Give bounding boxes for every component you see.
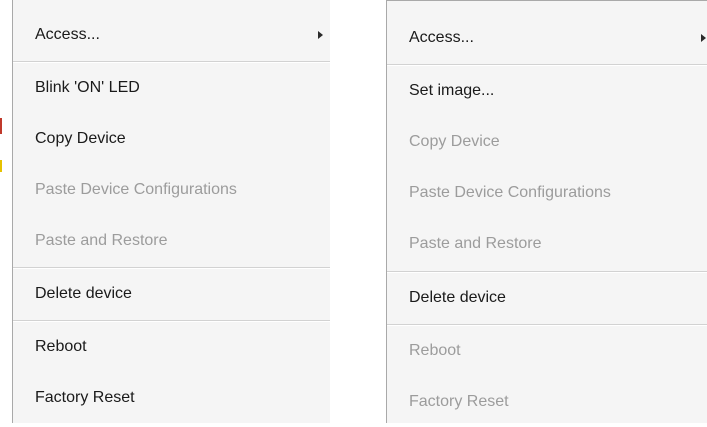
menu-item-label: Paste and Restore — [409, 235, 542, 252]
menu-item-label: Paste Device Configurations — [409, 184, 611, 201]
menu-item-label: Access... — [35, 26, 100, 43]
menu-item-blink-on-led[interactable]: Blink 'ON' LED — [13, 63, 330, 113]
menu-item-label: Reboot — [35, 338, 87, 355]
menu-item-label: Delete device — [409, 289, 506, 306]
menu-item-paste-device-configurations: Paste Device Configurations — [387, 168, 707, 218]
menu-item-paste-device-configurations: Paste Device Configurations — [13, 165, 330, 215]
menu-item-label: Access... — [409, 29, 474, 46]
menu-item-paste-and-restore: Paste and Restore — [13, 216, 330, 266]
menu-item-factory-reset: Factory Reset — [387, 377, 707, 427]
background-window-edge-red — [0, 118, 2, 134]
context-menu-right: Access... Set image... Copy Device Paste… — [386, 0, 707, 423]
menu-item-copy-device[interactable]: Copy Device — [13, 114, 330, 164]
menu-item-reboot[interactable]: Reboot — [13, 322, 330, 372]
background-window-edge-yellow — [0, 160, 2, 172]
submenu-arrow-icon — [318, 31, 323, 39]
menu-item-copy-device: Copy Device — [387, 117, 707, 167]
menu-item-factory-reset[interactable]: Factory Reset — [13, 373, 330, 423]
menu-item-access[interactable]: Access... — [13, 10, 330, 60]
menu-item-delete-device[interactable]: Delete device — [387, 273, 707, 323]
menu-item-label: Factory Reset — [35, 389, 135, 406]
menu-item-label: Blink 'ON' LED — [35, 79, 140, 96]
menu-item-label: Factory Reset — [409, 393, 509, 410]
menu-item-label: Reboot — [409, 342, 461, 359]
menu-item-label: Delete device — [35, 285, 132, 302]
menu-item-set-image[interactable]: Set image... — [387, 66, 707, 116]
menu-item-delete-device[interactable]: Delete device — [13, 269, 330, 319]
menu-item-paste-and-restore: Paste and Restore — [387, 219, 707, 269]
menu-item-access[interactable]: Access... — [387, 13, 707, 63]
menu-item-reboot: Reboot — [387, 326, 707, 376]
menu-item-label: Paste Device Configurations — [35, 181, 237, 198]
context-menu-left: Access... Blink 'ON' LED Copy Device Pas… — [12, 0, 330, 423]
menu-item-label: Copy Device — [35, 130, 126, 147]
menu-item-label: Set image... — [409, 82, 495, 99]
menu-item-label: Copy Device — [409, 133, 500, 150]
submenu-arrow-icon — [701, 34, 706, 42]
menu-item-label: Paste and Restore — [35, 232, 168, 249]
